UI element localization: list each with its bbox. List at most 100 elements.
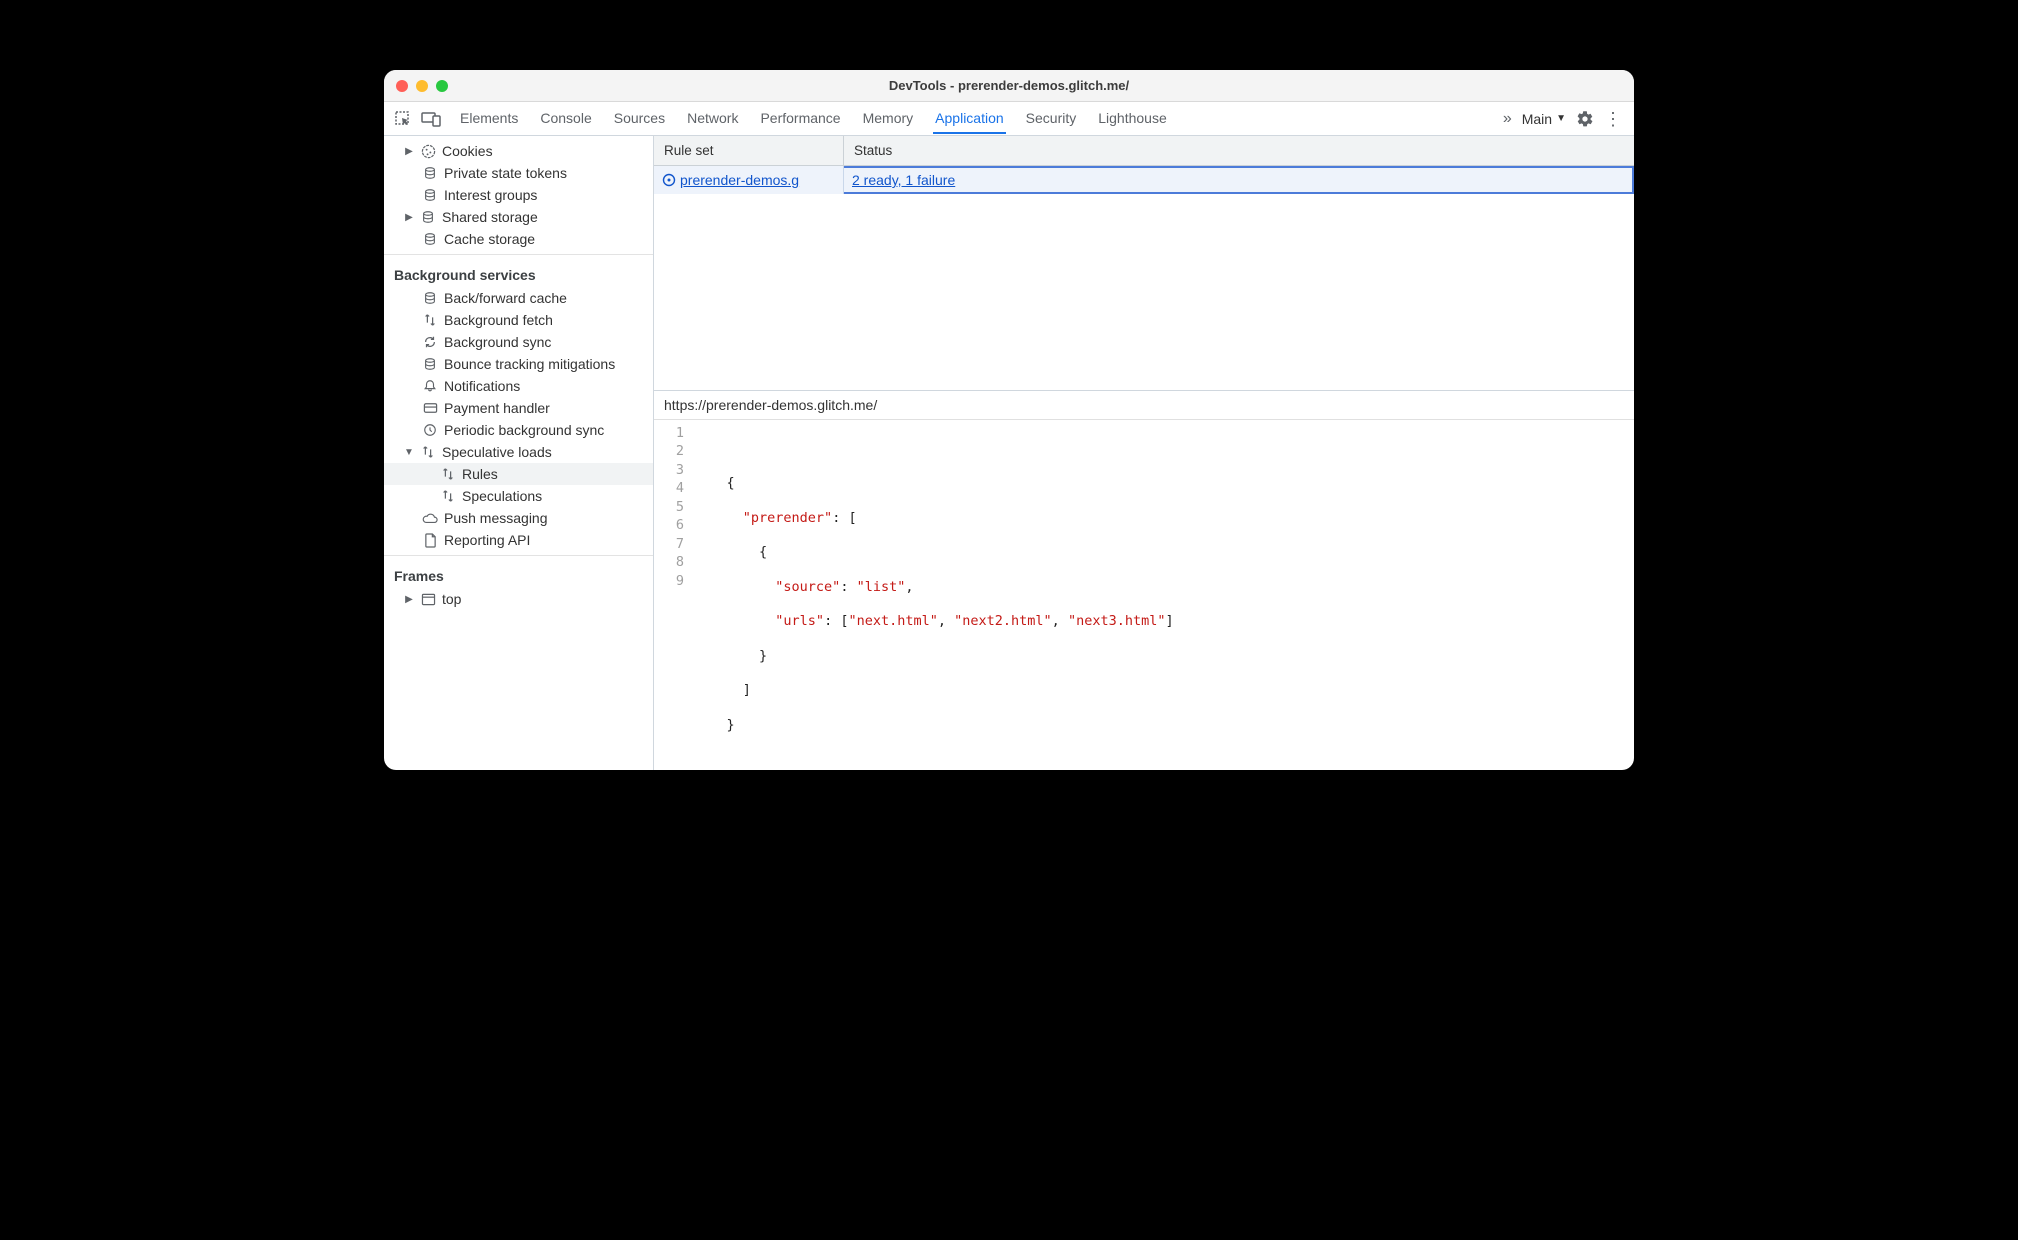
transfer-icon	[422, 312, 438, 328]
sidebar-item-label: Push messaging	[444, 510, 548, 526]
sidebar-item-reporting[interactable]: Reporting API	[384, 529, 653, 551]
tab-security[interactable]: Security	[1024, 104, 1079, 133]
section-frames: Frames	[384, 560, 653, 588]
tab-sources[interactable]: Sources	[612, 104, 667, 133]
code-content[interactable]: { "prerender": [ { "source": "list", "ur…	[694, 424, 1174, 767]
sidebar-item-bf-cache[interactable]: Back/forward cache	[384, 287, 653, 309]
sidebar-item-label: Rules	[462, 466, 498, 482]
status-dot-icon	[662, 173, 676, 187]
table-body: prerender-demos.g 2 ready, 1 failure	[654, 166, 1634, 390]
col-header-status[interactable]: Status	[844, 136, 1634, 165]
cell-status[interactable]: 2 ready, 1 failure	[844, 166, 1634, 194]
content: ▶ Cookies Private state tokens Interest …	[384, 136, 1634, 770]
sidebar-item-label: Speculative loads	[442, 444, 552, 460]
close-icon[interactable]	[396, 80, 408, 92]
tab-memory[interactable]: Memory	[861, 104, 916, 133]
sidebar-item-label: Bounce tracking mitigations	[444, 356, 615, 372]
sidebar: ▶ Cookies Private state tokens Interest …	[384, 136, 654, 770]
frame-icon	[420, 591, 436, 607]
tab-lighthouse[interactable]: Lighthouse	[1096, 104, 1169, 133]
tab-elements[interactable]: Elements	[458, 104, 520, 133]
panel-tabs: Elements Console Sources Network Perform…	[458, 104, 1501, 133]
cloud-icon	[422, 510, 438, 526]
section-background-services: Background services	[384, 259, 653, 287]
minimize-icon[interactable]	[416, 80, 428, 92]
sidebar-item-label: Background sync	[444, 334, 551, 350]
sidebar-item-interest-groups[interactable]: Interest groups	[384, 184, 653, 206]
sidebar-item-notifications[interactable]: Notifications	[384, 375, 653, 397]
sidebar-item-label: top	[442, 591, 461, 607]
transfer-icon	[440, 488, 456, 504]
maximize-icon[interactable]	[436, 80, 448, 92]
sidebar-item-label: Cookies	[442, 143, 493, 159]
sidebar-item-bg-fetch[interactable]: Background fetch	[384, 309, 653, 331]
tab-performance[interactable]: Performance	[758, 104, 842, 133]
line-gutter: 1 2 3 4 5 6 7 8 9	[654, 424, 694, 767]
tab-network[interactable]: Network	[685, 104, 740, 133]
sidebar-item-push[interactable]: Push messaging	[384, 507, 653, 529]
database-icon	[420, 209, 436, 225]
tab-application[interactable]: Application	[933, 104, 1006, 134]
settings-icon[interactable]	[1576, 110, 1594, 128]
sidebar-item-speculations[interactable]: Speculations	[384, 485, 653, 507]
transfer-icon	[420, 444, 436, 460]
database-icon	[422, 187, 438, 203]
target-selector[interactable]: Main ▼	[1522, 111, 1566, 127]
sidebar-item-label: Payment handler	[444, 400, 550, 416]
database-icon	[422, 231, 438, 247]
chevron-down-icon: ▼	[404, 447, 414, 458]
detail-url: https://prerender-demos.glitch.me/	[654, 391, 1634, 420]
sidebar-item-label: Interest groups	[444, 187, 537, 203]
sidebar-item-label: Periodic background sync	[444, 422, 604, 438]
inspect-icon[interactable]	[390, 106, 416, 132]
cell-rule-text: prerender-demos.g	[680, 172, 799, 188]
sidebar-item-label: Cache storage	[444, 231, 535, 247]
database-icon	[422, 165, 438, 181]
clock-icon	[422, 422, 438, 438]
sidebar-item-bounce[interactable]: Bounce tracking mitigations	[384, 353, 653, 375]
sidebar-item-label: Shared storage	[442, 209, 538, 225]
document-icon	[422, 532, 438, 548]
toolbar-right: » Main ▼ ⋮	[1503, 110, 1628, 128]
sidebar-item-label: Speculations	[462, 488, 542, 504]
table-row[interactable]: prerender-demos.g 2 ready, 1 failure	[654, 166, 1634, 194]
traffic-lights	[396, 80, 448, 92]
kebab-icon[interactable]: ⋮	[1604, 114, 1622, 124]
sidebar-item-frame-top[interactable]: ▶ top	[384, 588, 653, 610]
sidebar-item-label: Notifications	[444, 378, 520, 394]
sidebar-item-cache-storage[interactable]: Cache storage	[384, 228, 653, 250]
card-icon	[422, 400, 438, 416]
cookie-icon	[420, 143, 436, 159]
more-tabs-icon[interactable]: »	[1503, 110, 1512, 128]
rules-table: Rule set Status prerender-demos.g 2 read…	[654, 136, 1634, 391]
toolbar: Elements Console Sources Network Perform…	[384, 102, 1634, 136]
sidebar-item-label: Private state tokens	[444, 165, 567, 181]
col-header-rule[interactable]: Rule set	[654, 136, 844, 165]
sidebar-item-periodic[interactable]: Periodic background sync	[384, 419, 653, 441]
right-pane: Rule set Status prerender-demos.g 2 read…	[654, 136, 1634, 770]
cell-rule[interactable]: prerender-demos.g	[654, 166, 844, 194]
devtools-window: DevTools - prerender-demos.glitch.me/ El…	[384, 70, 1634, 770]
tab-console[interactable]: Console	[538, 104, 593, 133]
divider	[384, 254, 653, 255]
sidebar-item-bg-sync[interactable]: Background sync	[384, 331, 653, 353]
chevron-right-icon: ▶	[404, 212, 414, 223]
titlebar: DevTools - prerender-demos.glitch.me/	[384, 70, 1634, 102]
sidebar-item-shared-storage[interactable]: ▶ Shared storage	[384, 206, 653, 228]
divider	[384, 555, 653, 556]
database-icon	[422, 290, 438, 306]
chevron-down-icon: ▼	[1556, 113, 1566, 124]
sidebar-item-label: Back/forward cache	[444, 290, 567, 306]
sidebar-item-label: Background fetch	[444, 312, 553, 328]
sync-icon	[422, 334, 438, 350]
sidebar-item-private-state[interactable]: Private state tokens	[384, 162, 653, 184]
sidebar-item-cookies[interactable]: ▶ Cookies	[384, 140, 653, 162]
sidebar-item-rules[interactable]: Rules	[384, 463, 653, 485]
sidebar-item-speculative[interactable]: ▼ Speculative loads	[384, 441, 653, 463]
table-header: Rule set Status	[654, 136, 1634, 166]
chevron-right-icon: ▶	[404, 146, 414, 157]
device-icon[interactable]	[418, 106, 444, 132]
target-label: Main	[1522, 111, 1552, 127]
sidebar-item-payment[interactable]: Payment handler	[384, 397, 653, 419]
sidebar-item-label: Reporting API	[444, 532, 530, 548]
